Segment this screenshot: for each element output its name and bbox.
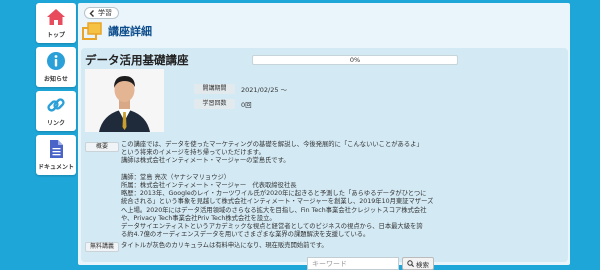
course-description: この講座では、データを使ったマーケティングの基礎を解説し、今後発展的に「こんない… (121, 141, 434, 239)
back-button-label: 学習 (98, 9, 112, 17)
period-label: 開講期間 (194, 84, 235, 94)
search-input[interactable] (307, 257, 399, 270)
overview-label: 概要 (85, 142, 119, 152)
sidebar-item-label: お知らせ (44, 76, 68, 83)
search-icon (407, 260, 414, 267)
sidebar-item-label: リンク (46, 120, 65, 127)
free-lecture-label: 無料講義 (85, 242, 119, 252)
document-icon (50, 140, 63, 158)
info-icon (47, 52, 65, 70)
sidebar-item-label: ドキュメント (37, 164, 74, 171)
sidebar-item-top[interactable]: トップ (36, 3, 76, 43)
home-icon (47, 9, 65, 25)
back-button[interactable]: 学習 (84, 7, 119, 19)
link-icon (47, 98, 65, 112)
search-button[interactable]: 検索 (402, 257, 434, 270)
page-header: 講座詳細 (82, 22, 152, 40)
period-row: 開講期間 2021/02/25 〜 (194, 84, 287, 94)
count-label: 学習回数 (194, 99, 235, 109)
progress-bar: 0% (252, 55, 458, 65)
sidebar: トップ お知らせ リンク ドキュメント (36, 3, 76, 175)
sidebar-item-label: トップ (46, 32, 65, 39)
search-button-label: 検索 (416, 260, 429, 269)
main-panel: 学習 講座詳細 データ活用基礎講座 0% 開講期間 2021/02/25 〜 学… (78, 3, 570, 270)
course-card: データ活用基礎講座 0% 開講期間 2021/02/25 〜 学習回数 0回 概… (81, 48, 568, 270)
free-lecture-text: タイトルが灰色のカリキュラムは有料申込になり、現在販売開始前です。 (121, 242, 328, 249)
course-icon (82, 22, 102, 40)
count-value: 0回 (241, 101, 252, 109)
instructor-portrait (85, 69, 164, 132)
page-title: 講座詳細 (108, 25, 152, 38)
instructor-photo (85, 69, 164, 132)
chevron-left-icon (89, 9, 94, 17)
sidebar-item-document[interactable]: ドキュメント (36, 135, 76, 175)
progress-text: 0% (349, 56, 361, 64)
count-row: 学習回数 0回 (194, 99, 252, 109)
period-value: 2021/02/25 〜 (241, 86, 288, 94)
sidebar-item-link[interactable]: リンク (36, 91, 76, 131)
search-bar: 検索 (307, 257, 434, 270)
sidebar-item-news[interactable]: お知らせ (36, 47, 76, 87)
course-title: データ活用基礎講座 (85, 53, 189, 67)
